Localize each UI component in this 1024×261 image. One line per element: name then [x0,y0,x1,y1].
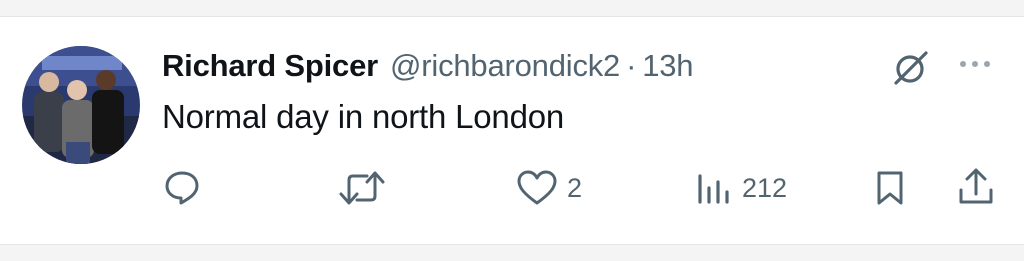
previous-tweet-divider [0,0,1024,17]
bar-chart-icon [698,174,729,204]
retweet-button[interactable] [336,168,388,208]
separator-dot: · [626,48,637,83]
ellipsis-icon [960,61,990,67]
share-button[interactable] [956,166,996,208]
avatar-photo [22,46,140,164]
reply-button[interactable] [162,167,202,207]
tweet-time[interactable]: 13h [642,48,693,84]
bookmark-button[interactable] [872,168,908,208]
author-name[interactable]: Richard Spicer [162,48,378,84]
next-tweet-divider [0,244,1024,261]
slashed-circle-icon [894,51,928,85]
avatar[interactable] [22,46,140,164]
views-button[interactable]: 212 [694,168,787,208]
tweet-header: Richard Spicer @richbarondick2 · 13h [162,48,694,88]
share-upload-icon [959,168,993,204]
author-handle[interactable]: @richbarondick2 [390,48,620,84]
grok-button[interactable] [888,48,932,88]
tweet-text: Normal day in north London [162,98,565,135]
more-options-button[interactable] [955,52,999,76]
speech-bubble-icon [165,171,199,205]
view-count: 212 [742,172,788,203]
bookmark-icon [877,171,903,205]
like-count: 2 [567,172,583,203]
heart-icon [517,170,557,205]
retweet-arrows-icon [339,171,385,205]
like-button[interactable]: 2 [515,168,582,208]
